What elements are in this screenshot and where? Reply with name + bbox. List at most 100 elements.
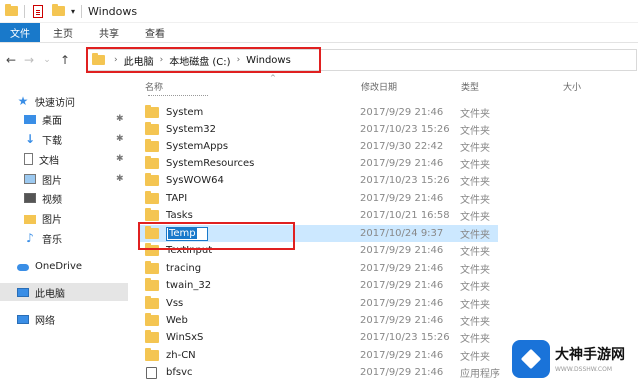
download-icon: ↓ xyxy=(24,132,36,146)
folder-icon xyxy=(145,330,159,343)
sidebar-item-label: 视频 xyxy=(42,194,62,206)
music-icon: ♪ xyxy=(26,231,34,245)
desktop-icon xyxy=(24,115,36,124)
file-date: 2017/9/29 21:46 xyxy=(360,107,444,118)
list-item[interactable]: tracing 2017/9/29 21:46 文件夹 xyxy=(138,260,498,277)
tab-home[interactable]: 主页 xyxy=(40,23,86,42)
pin-icon[interactable]: ✱ xyxy=(116,134,124,144)
file-date: 2017/9/30 22:42 xyxy=(360,141,444,152)
title-bar: ▾ Windows xyxy=(0,0,638,23)
sidebar-item-documents[interactable]: 文档 xyxy=(24,150,59,168)
watermark-logo-icon xyxy=(512,339,550,378)
up-arrow-icon[interactable]: ↑ xyxy=(56,53,74,67)
file-type: 文件夹 xyxy=(460,126,490,137)
tab-view[interactable]: 查看 xyxy=(132,23,178,42)
address-highlight-box xyxy=(86,47,321,73)
watermark-url: WWW.DSSHW.COM xyxy=(555,366,613,373)
sidebar-item-pictures[interactable]: 图片 xyxy=(24,170,62,188)
ribbon-tabs: 文件 主页 共享 查看 xyxy=(0,23,638,43)
list-item[interactable]: bfsvc 2017/9/29 21:46 应用程序 xyxy=(138,364,500,381)
recent-dropdown-icon[interactable]: ⌄ xyxy=(38,55,56,65)
list-item[interactable]: System32 2017/10/23 15:26 文件夹 xyxy=(138,121,498,138)
list-item[interactable]: twain_32 2017/9/29 21:46 文件夹 xyxy=(138,277,498,294)
pin-icon[interactable]: ✱ xyxy=(116,174,124,184)
new-folder-icon[interactable] xyxy=(51,4,65,18)
folder-icon xyxy=(145,208,159,221)
tab-file[interactable]: 文件 xyxy=(0,23,40,42)
folder-icon xyxy=(145,296,159,309)
sidebar-item-onedrive[interactable]: OneDrive xyxy=(17,257,82,275)
file-type: 文件夹 xyxy=(460,212,490,223)
folder-icon xyxy=(145,278,159,291)
file-date: 2017/10/23 15:26 xyxy=(360,332,450,343)
sidebar-item-label: 此电脑 xyxy=(35,288,65,300)
list-item[interactable]: Web 2017/9/29 21:46 文件夹 xyxy=(138,312,498,329)
quick-access-dropdown-icon[interactable]: ▾ xyxy=(71,7,75,16)
watermark: 大神手游网 WWW.DSSHW.COM xyxy=(512,326,638,391)
list-item[interactable]: zh-CN 2017/9/29 21:46 文件夹 xyxy=(138,347,498,364)
picture-icon xyxy=(24,174,36,184)
tab-share[interactable]: 共享 xyxy=(86,23,132,42)
list-item[interactable]: TAPI 2017/9/29 21:46 文件夹 xyxy=(138,190,498,207)
list-item[interactable]: System 2017/9/29 21:46 文件夹 xyxy=(138,104,498,121)
list-item[interactable]: Vss 2017/9/29 21:46 文件夹 xyxy=(138,295,498,312)
folder-icon xyxy=(145,156,159,169)
sidebar-item-label: OneDrive xyxy=(35,260,83,272)
file-name: twain_32 xyxy=(166,280,212,291)
file-type: 文件夹 xyxy=(460,177,490,188)
sidebar-item-quick-access[interactable]: ★ 快速访问 xyxy=(17,92,75,110)
sidebar-item-pictures-folder[interactable]: 图片 xyxy=(24,209,62,227)
sidebar-item-music[interactable]: ♪ 音乐 xyxy=(24,229,62,247)
divider xyxy=(24,4,25,18)
sidebar-item-label: 音乐 xyxy=(42,234,62,246)
file-name: System xyxy=(166,107,204,118)
file-type: 文件夹 xyxy=(460,109,490,120)
sidebar-item-videos[interactable]: 视频 xyxy=(24,189,62,207)
file-date: 2017/10/23 15:26 xyxy=(360,124,450,135)
file-name: SystemResources xyxy=(166,158,255,169)
pin-icon[interactable]: ✱ xyxy=(116,154,124,164)
properties-icon[interactable] xyxy=(31,4,45,18)
file-name: TAPI xyxy=(166,193,188,204)
folder-icon xyxy=(145,261,159,274)
column-header-date[interactable]: 修改日期 xyxy=(361,80,397,94)
file-date: 2017/9/29 21:46 xyxy=(360,193,444,204)
sidebar-item-this-pc[interactable]: 此电脑 xyxy=(0,283,128,301)
document-icon xyxy=(24,153,33,165)
folder-icon[interactable] xyxy=(4,4,18,18)
window-title: Windows xyxy=(88,4,138,18)
file-type: 文件夹 xyxy=(460,195,490,206)
list-item[interactable]: SysWOW64 2017/10/23 15:26 文件夹 xyxy=(138,172,498,189)
folder-icon xyxy=(145,173,159,186)
sidebar-item-network[interactable]: 网络 xyxy=(17,310,55,328)
folder-icon xyxy=(145,122,159,135)
file-date: 2017/9/29 21:46 xyxy=(360,263,444,274)
forward-arrow-icon[interactable]: → xyxy=(20,53,38,67)
pin-icon[interactable]: ✱ xyxy=(116,114,124,124)
scrolled-row-edge xyxy=(148,94,208,96)
file-date: 2017/9/29 21:46 xyxy=(360,315,444,326)
file-date: 2017/9/29 21:46 xyxy=(360,298,444,309)
file-date: 2017/9/29 21:46 xyxy=(360,245,444,256)
sidebar-item-desktop[interactable]: 桌面 xyxy=(24,110,62,128)
file-date: 2017/9/29 21:46 xyxy=(360,350,444,361)
sidebar-item-label: 下载 xyxy=(42,135,62,147)
sidebar-item-downloads[interactable]: ↓ 下载 xyxy=(24,130,62,148)
file-type: 文件夹 xyxy=(460,334,490,345)
temp-highlight-box xyxy=(138,222,295,250)
file-date: 2017/9/29 21:46 xyxy=(360,367,444,378)
list-item[interactable]: WinSxS 2017/10/23 15:26 文件夹 xyxy=(138,329,498,346)
column-header-name[interactable]: 名称 xyxy=(145,80,163,94)
column-header-type[interactable]: 类型 xyxy=(461,80,479,94)
file-name: System32 xyxy=(166,124,217,135)
back-arrow-icon[interactable]: ← xyxy=(2,53,20,67)
file-date: 2017/10/21 16:58 xyxy=(360,210,450,221)
list-item[interactable]: SystemApps 2017/9/30 22:42 文件夹 xyxy=(138,138,498,155)
file-date: 2017/10/23 15:26 xyxy=(360,175,450,186)
list-item[interactable]: SystemResources 2017/9/29 21:46 文件夹 xyxy=(138,155,498,172)
column-header-size[interactable]: 大小 xyxy=(563,80,581,94)
folder-icon xyxy=(145,191,159,204)
file-date: 2017/9/29 21:46 xyxy=(360,280,444,291)
file-type: 文件夹 xyxy=(460,317,490,328)
folder-icon xyxy=(145,313,159,326)
